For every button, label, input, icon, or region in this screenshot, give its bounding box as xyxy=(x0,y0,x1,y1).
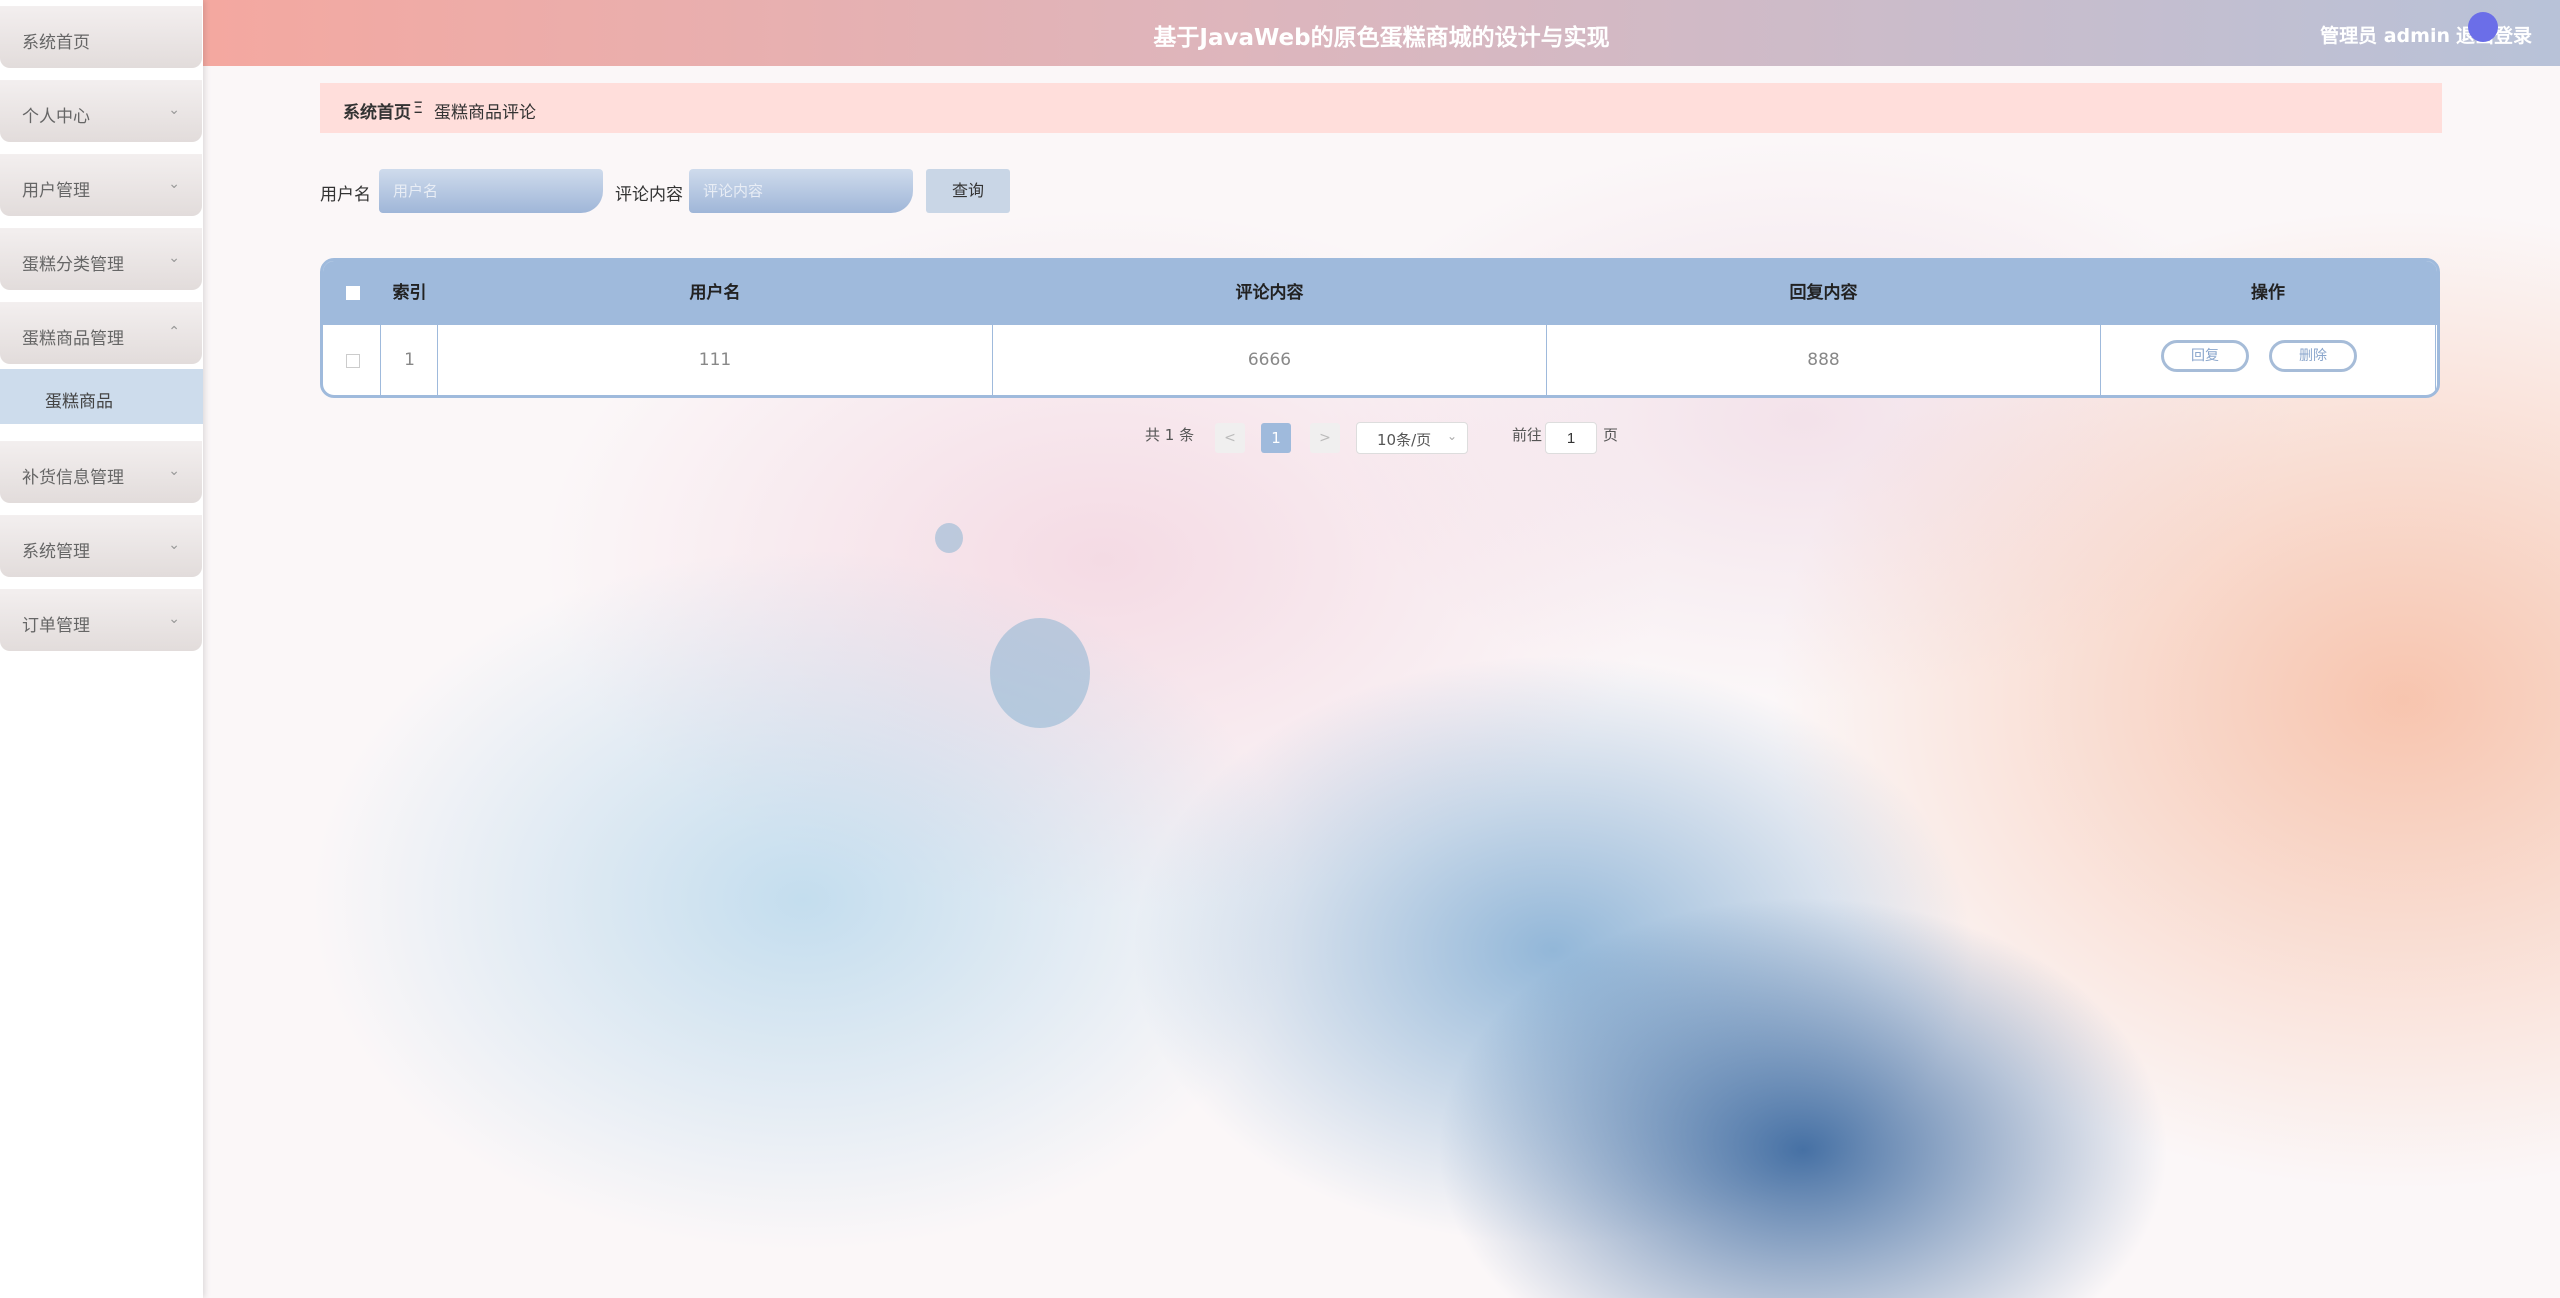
sidebar-item-restock[interactable]: 补货信息管理 ⌄ xyxy=(0,441,202,503)
cell-reply: 888 xyxy=(1807,350,1840,370)
breadcrumb-home[interactable]: 系统首页 xyxy=(343,98,411,123)
header-index: 索引 xyxy=(392,283,427,303)
cell-index: 1 xyxy=(404,350,415,370)
sidebar-item-personal-center[interactable]: 个人中心 ⌄ xyxy=(0,80,202,142)
goto-label: 前往 xyxy=(1512,426,1543,444)
cell-comment: 6666 xyxy=(1247,350,1292,370)
chevron-up-icon: ⌃ xyxy=(168,324,180,340)
select-all-checkbox[interactable] xyxy=(346,286,360,300)
breadcrumb: 系统首页 Ξ 蛋糕商品评论 xyxy=(320,83,2442,133)
sidebar-item-label: 蛋糕商品管理 xyxy=(22,329,124,349)
row-checkbox[interactable] xyxy=(346,354,360,368)
sidebar-item-label: 补货信息管理 xyxy=(22,468,124,488)
comment-search-input[interactable] xyxy=(689,169,913,213)
sidebar-item-system[interactable]: 系统管理 ⌄ xyxy=(0,515,202,577)
header-username: 用户名 xyxy=(689,283,741,303)
reply-button[interactable]: 回复 xyxy=(2161,340,2249,372)
decorative-bubble xyxy=(990,618,1090,728)
pagination-page-1[interactable]: 1 xyxy=(1261,423,1291,453)
top-header: 基于JavaWeb的原色蛋糕商城的设计与实现 管理员 admin 退出登录 xyxy=(203,0,2560,66)
decorative-bubble xyxy=(935,523,963,553)
chevron-down-icon: ⌄ xyxy=(168,611,180,627)
sidebar-item-label: 订单管理 xyxy=(22,616,90,636)
cursor-indicator-icon xyxy=(2468,12,2498,42)
sidebar-subitem-label: 蛋糕商品 xyxy=(45,392,113,412)
sidebar: 系统首页 个人中心 ⌄ 用户管理 ⌄ 蛋糕分类管理 ⌄ 蛋糕商品管理 ⌃ 蛋糕商… xyxy=(0,0,203,1298)
chevron-down-icon: ⌄ xyxy=(168,102,180,118)
app-title: 基于JavaWeb的原色蛋糕商城的设计与实现 xyxy=(1153,25,1610,51)
sidebar-item-cake-category[interactable]: 蛋糕分类管理 ⌄ xyxy=(0,228,202,290)
chevron-down-icon: ⌄ xyxy=(168,463,180,479)
username-search-label: 用户名 xyxy=(320,185,371,205)
header-reply: 回复内容 xyxy=(1789,283,1858,303)
sidebar-item-user-management[interactable]: 用户管理 ⌄ xyxy=(0,154,202,216)
pagination-total: 共 1 条 xyxy=(1145,426,1195,444)
breadcrumb-separator-icon: Ξ xyxy=(413,98,424,117)
sidebar-item-label: 用户管理 xyxy=(22,181,90,201)
comment-search-label: 评论内容 xyxy=(615,185,683,205)
sidebar-item-label: 系统管理 xyxy=(22,542,90,562)
page-size-value: 10条/页 xyxy=(1377,431,1432,449)
query-button[interactable]: 查询 xyxy=(926,169,1010,213)
sidebar-subitem-cake-product[interactable]: 蛋糕商品 xyxy=(0,369,203,424)
chevron-down-icon: ⌄ xyxy=(168,176,180,192)
sidebar-item-home[interactable]: 系统首页 xyxy=(0,6,202,68)
delete-button[interactable]: 删除 xyxy=(2269,340,2357,372)
table-header: 索引 用户名 评论内容 回复内容 操作 xyxy=(323,261,2437,325)
header-comment: 评论内容 xyxy=(1235,283,1304,303)
admin-label: 管理员 admin xyxy=(2320,25,2450,47)
cell-username: 111 xyxy=(698,350,732,370)
column-divider xyxy=(2435,267,2436,395)
comments-table: 索引 用户名 评论内容 回复内容 操作 1 111 6666 888 回复 删除 xyxy=(320,258,2440,398)
chevron-down-icon: ⌄ xyxy=(168,250,180,266)
goto-page-input[interactable] xyxy=(1545,422,1597,454)
pagination-prev-button[interactable]: < xyxy=(1215,423,1245,453)
sidebar-item-orders[interactable]: 订单管理 ⌄ xyxy=(0,589,202,651)
chevron-down-icon: ⌄ xyxy=(168,537,180,553)
chevron-down-icon: ⌄ xyxy=(1446,429,1457,443)
breadcrumb-current: 蛋糕商品评论 xyxy=(434,103,536,123)
column-divider xyxy=(2100,267,2101,395)
page-size-select[interactable]: 10条/页 ⌄ xyxy=(1356,422,1468,454)
pagination-next-button[interactable]: > xyxy=(1310,423,1340,453)
sidebar-item-label: 蛋糕分类管理 xyxy=(22,255,124,275)
sidebar-item-cake-product[interactable]: 蛋糕商品管理 ⌃ xyxy=(0,302,202,364)
sidebar-item-label: 系统首页 xyxy=(22,33,90,53)
header-actions: 操作 xyxy=(2251,283,2285,303)
page-suffix-label: 页 xyxy=(1603,426,1619,444)
username-search-input[interactable] xyxy=(379,169,603,213)
sidebar-item-label: 个人中心 xyxy=(22,107,90,127)
